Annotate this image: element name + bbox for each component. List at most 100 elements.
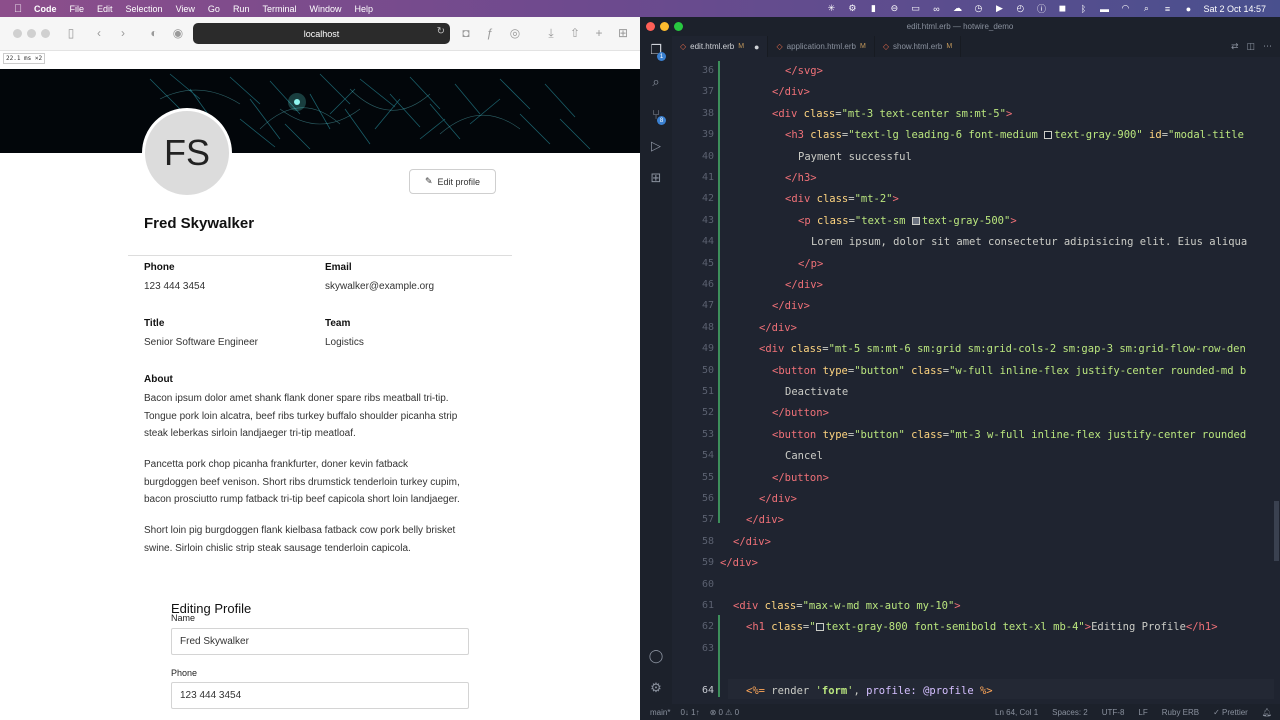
address-bar[interactable]: localhost ↻ bbox=[193, 23, 450, 44]
name-field-value: Fred Skywalker bbox=[180, 636, 249, 647]
search-icon[interactable]: ⌕ bbox=[648, 74, 664, 90]
line-number: 62 bbox=[701, 621, 714, 633]
split-editor-icon[interactable]: ◫ bbox=[1246, 41, 1255, 52]
stop-icon[interactable]: ◼ bbox=[1056, 3, 1068, 14]
download-icon[interactable]: ⤓ bbox=[544, 26, 558, 40]
menu-view[interactable]: View bbox=[176, 4, 195, 14]
close-window-button[interactable] bbox=[646, 22, 655, 31]
tab-show-html-erb[interactable]: ◇ show.html.erb M bbox=[875, 36, 962, 57]
display-icon[interactable]: ▭ bbox=[909, 3, 921, 14]
user-icon[interactable]: ● bbox=[1182, 3, 1194, 14]
cloud-icon[interactable]: ☁ bbox=[951, 3, 963, 14]
info-icon[interactable]: ⓘ bbox=[1035, 3, 1047, 14]
code-line: </div> bbox=[759, 493, 797, 505]
compare-icon[interactable]: ⇄ bbox=[1231, 41, 1239, 52]
search-icon[interactable]: ⌕ bbox=[1140, 3, 1152, 14]
minus-circle-icon[interactable]: ⊖ bbox=[888, 3, 900, 14]
unsaved-dot-icon[interactable]: ● bbox=[754, 42, 759, 52]
more-actions-icon[interactable]: ⋯ bbox=[1263, 41, 1272, 52]
language-mode[interactable]: Ruby ERB bbox=[1162, 708, 1199, 717]
code-line: <div class="mt-2"> bbox=[785, 193, 899, 206]
settings-gear-icon[interactable]: ⚙ bbox=[648, 680, 664, 696]
editor-scrollbar[interactable] bbox=[1274, 57, 1280, 711]
edit-profile-label: Edit profile bbox=[437, 176, 481, 187]
shield-icon[interactable]: ◎ bbox=[508, 26, 522, 40]
menu-edit[interactable]: Edit bbox=[97, 4, 113, 14]
account-icon[interactable]: ◯ bbox=[648, 648, 664, 664]
control-center-icon[interactable]: ≡ bbox=[1161, 3, 1173, 14]
privacy-icon[interactable]: ◐ bbox=[147, 26, 161, 40]
menu-window[interactable]: Window bbox=[309, 4, 341, 14]
indentation[interactable]: Spaces: 2 bbox=[1052, 708, 1088, 717]
function-icon[interactable]: ƒ bbox=[483, 26, 497, 40]
git-sync[interactable]: 0↓ 1↑ bbox=[680, 708, 699, 717]
extensions-icon[interactable]: ⊞ bbox=[648, 170, 664, 186]
encoding[interactable]: UTF-8 bbox=[1102, 708, 1125, 717]
tab-application-html-erb[interactable]: ◇ application.html.erb M bbox=[768, 36, 875, 57]
menubar-clock[interactable]: Sat 2 Oct 14:57 bbox=[1203, 4, 1266, 14]
line-number: 38 bbox=[701, 107, 714, 119]
phone-field-label: Phone bbox=[171, 668, 198, 678]
code-line: <p class="text-sm text-gray-500"> bbox=[798, 214, 1017, 227]
line-ending[interactable]: LF bbox=[1138, 708, 1147, 717]
history-icon[interactable]: ◷ bbox=[972, 3, 984, 14]
zoom-window-button[interactable] bbox=[674, 22, 683, 31]
menu-terminal[interactable]: Terminal bbox=[262, 4, 296, 14]
menu-help[interactable]: Help bbox=[354, 4, 373, 14]
sidebar-icon[interactable]: ▯ bbox=[64, 26, 78, 40]
minimize-window-button[interactable] bbox=[660, 22, 669, 31]
menu-file[interactable]: File bbox=[70, 4, 85, 14]
cursor-position[interactable]: Ln 64, Col 1 bbox=[995, 708, 1038, 717]
macos-menubar:  Code File Edit Selection View Go Run T… bbox=[0, 0, 1280, 17]
bluetooth-icon[interactable]: ᛒ bbox=[1077, 3, 1089, 14]
problems-indicator[interactable]: ⊗ 0 ⚠ 0 bbox=[710, 708, 739, 717]
line-number: 60 bbox=[701, 578, 714, 590]
git-branch[interactable]: main* bbox=[650, 708, 670, 717]
menu-run[interactable]: Run bbox=[233, 4, 250, 14]
notifications-icon[interactable]: 🔔︎ bbox=[1262, 708, 1272, 717]
tab-label: edit.html.erb bbox=[690, 42, 735, 51]
new-tab-icon[interactable]: + bbox=[592, 26, 606, 40]
gear-icon[interactable]: ⚙ bbox=[846, 3, 858, 14]
code-editor[interactable]: 36 37 38 39 40 41 42 43 44 45 46 47 48 4… bbox=[672, 57, 1280, 718]
clock-icon[interactable]: ◴ bbox=[1014, 3, 1026, 14]
wifi-icon[interactable]: ◠ bbox=[1119, 3, 1131, 14]
edit-profile-button[interactable]: ✎ Edit profile bbox=[409, 169, 496, 194]
play-icon[interactable]: ▶ bbox=[993, 3, 1005, 14]
forward-icon[interactable]: › bbox=[116, 26, 130, 40]
back-icon[interactable]: ‹ bbox=[92, 26, 106, 40]
status-bar: main* 0↓ 1↑ ⊗ 0 ⚠ 0 Ln 64, Col 1 Spaces:… bbox=[640, 704, 1280, 720]
minimize-window-button[interactable] bbox=[27, 29, 36, 38]
run-debug-icon[interactable]: ▷ bbox=[648, 138, 664, 154]
code-line: <h1 class=" text-gray-800 font-semibold t… bbox=[746, 621, 1218, 634]
phone-field[interactable]: 123 444 3454 bbox=[171, 682, 469, 709]
tab-label: show.html.erb bbox=[893, 42, 943, 51]
line-number: 52 bbox=[701, 407, 714, 419]
tab-overview-icon[interactable]: ⊞ bbox=[616, 26, 630, 40]
battery-icon[interactable]: ▬ bbox=[1098, 3, 1110, 14]
code-line: </div> bbox=[785, 279, 823, 291]
reload-icon[interactable]: ↻ bbox=[437, 26, 445, 37]
camera-icon[interactable]: ◘ bbox=[459, 26, 473, 40]
extension-icon[interactable]: ◉ bbox=[171, 26, 185, 40]
tab-edit-html-erb[interactable]: ◇ edit.html.erb M ● bbox=[672, 36, 769, 57]
about-p2-line: burgdoggen beef venison. Short ribs drum… bbox=[144, 476, 460, 488]
profile-name: Fred Skywalker bbox=[144, 215, 255, 232]
bookmark-icon[interactable]: ▮ bbox=[867, 3, 879, 14]
line-number: 53 bbox=[701, 428, 714, 440]
menu-app-name[interactable]: Code bbox=[34, 4, 57, 14]
line-number: 59 bbox=[701, 557, 714, 569]
apple-menu-icon[interactable]:  bbox=[14, 3, 26, 15]
zoom-window-button[interactable] bbox=[41, 29, 50, 38]
scrollbar-thumb[interactable] bbox=[1274, 501, 1279, 561]
prettier-status[interactable]: ✓ Prettier bbox=[1213, 708, 1248, 717]
menu-selection[interactable]: Selection bbox=[126, 4, 163, 14]
status-extra-icon[interactable]: ✳ bbox=[825, 3, 837, 14]
code-line: </div> bbox=[772, 86, 810, 99]
menu-go[interactable]: Go bbox=[208, 4, 220, 14]
share-icon[interactable]: ⇧ bbox=[568, 26, 582, 40]
close-window-button[interactable] bbox=[13, 29, 22, 38]
glasses-icon[interactable]: ∞ bbox=[930, 3, 942, 14]
name-field[interactable]: Fred Skywalker bbox=[171, 628, 469, 655]
menubar-status-area: ✳ ⚙ ▮ ⊖ ▭ ∞ ☁ ◷ ▶ ◴ ⓘ ◼ ᛒ ▬ ◠ ⌕ ≡ ● Sat … bbox=[825, 3, 1280, 14]
